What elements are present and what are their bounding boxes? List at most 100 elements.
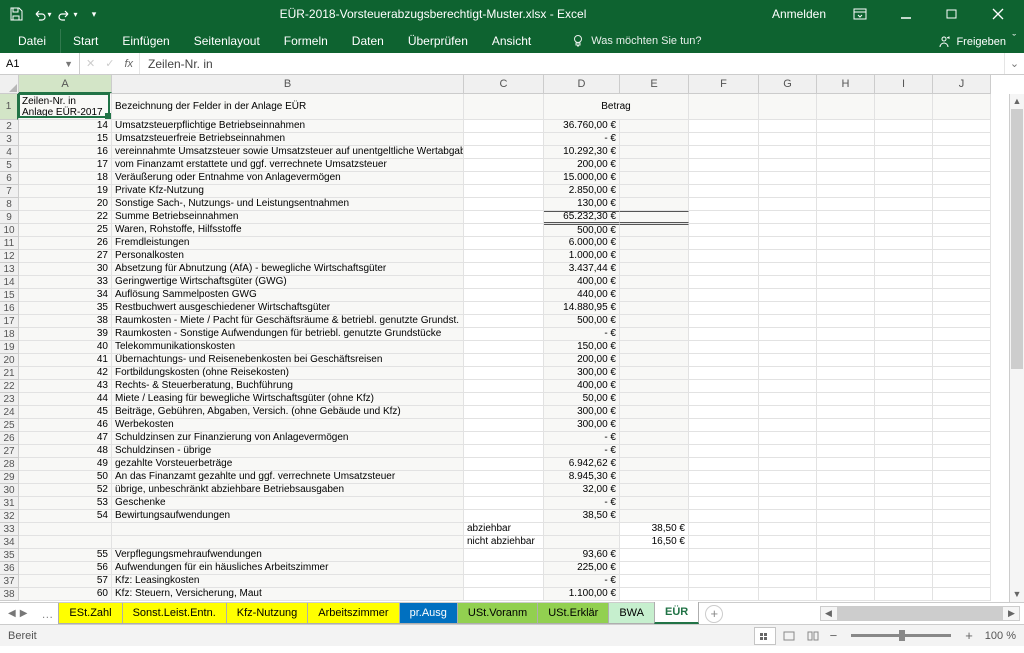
cell[interactable] [620,432,689,444]
cell[interactable] [875,354,933,366]
cell[interactable]: 44 [19,393,112,405]
row-header[interactable]: 2 [0,120,18,133]
cell[interactable] [817,562,875,574]
row-header[interactable]: 36 [0,562,18,575]
sheet-tab[interactable]: Arbeitszimmer [307,603,399,624]
cell[interactable] [689,120,759,132]
cell[interactable]: 440,00 € [544,289,620,301]
ribbon-tab-daten[interactable]: Daten [340,29,396,53]
cell[interactable] [759,484,817,496]
row-header[interactable]: 3 [0,133,18,146]
cell[interactable] [689,588,759,600]
cell[interactable] [817,497,875,509]
cell[interactable] [933,419,991,431]
cell[interactable] [620,380,689,392]
cell[interactable] [875,458,933,470]
row-header[interactable]: 35 [0,549,18,562]
close-icon[interactable] [976,0,1020,28]
undo-icon[interactable]: ▾ [30,2,54,26]
cell[interactable]: Miete / Leasing für bewegliche Wirtschaf… [112,393,464,405]
cell[interactable] [875,523,933,535]
row-header[interactable]: 25 [0,419,18,432]
row-header[interactable]: 26 [0,432,18,445]
cell[interactable] [759,159,817,171]
cell[interactable] [689,406,759,418]
cell[interactable] [620,198,689,210]
column-header[interactable]: D [544,75,620,93]
cell[interactable] [689,497,759,509]
row-header[interactable]: 8 [0,198,18,211]
cell[interactable] [689,484,759,496]
cell[interactable] [875,263,933,275]
cell[interactable]: 500,00 € [544,224,620,236]
cell[interactable] [689,341,759,353]
cell[interactable] [19,523,112,535]
sheet-tab[interactable]: USt.Voranm [457,603,538,624]
zoom-in-button[interactable]: + [961,628,977,643]
cell[interactable] [933,523,991,535]
cell[interactable] [759,224,817,236]
cell[interactable] [759,380,817,392]
cell[interactable] [875,146,933,158]
cell[interactable] [620,367,689,379]
cell[interactable]: 41 [19,354,112,366]
cell[interactable] [933,380,991,392]
cell[interactable] [759,471,817,483]
cell[interactable]: 15 [19,133,112,145]
cell[interactable] [464,315,544,327]
cell[interactable] [759,315,817,327]
cell[interactable] [620,419,689,431]
cell[interactable] [620,354,689,366]
cell[interactable] [759,419,817,431]
cell[interactable] [933,237,991,249]
cell[interactable] [544,536,620,548]
cell[interactable] [817,120,875,132]
cell[interactable]: 25 [19,224,112,236]
cell[interactable] [464,133,544,145]
cell[interactable] [464,328,544,340]
column-header[interactable]: H [817,75,875,93]
cell[interactable] [817,133,875,145]
sheet-tab[interactable]: BWA [608,603,655,624]
redo-icon[interactable]: ▾ [56,2,80,26]
maximize-icon[interactable] [930,0,974,28]
cell[interactable]: Werbekosten [112,419,464,431]
cell[interactable] [817,276,875,288]
cell[interactable] [875,393,933,405]
row-header[interactable]: 9 [0,211,18,224]
file-tab[interactable]: Datei [4,29,61,53]
cell[interactable]: Absetzung für Abnutzung (AfA) - beweglic… [112,263,464,275]
sheet-tab[interactable]: Sonst.Leist.Entn. [122,603,227,624]
cell[interactable]: 49 [19,458,112,470]
cell[interactable] [620,549,689,561]
cell[interactable]: 43 [19,380,112,392]
cell[interactable] [933,120,991,132]
cell[interactable] [933,289,991,301]
cell[interactable]: 1.100,00 € [544,588,620,600]
row-header[interactable]: 37 [0,575,18,588]
formula-input[interactable] [148,57,996,71]
cell[interactable] [759,510,817,522]
cell[interactable]: Veräußerung oder Entnahme von Anlageverm… [112,172,464,184]
row-header[interactable]: 15 [0,289,18,302]
cell[interactable] [689,263,759,275]
cell[interactable] [817,380,875,392]
cell[interactable] [875,289,933,301]
column-header[interactable]: B [112,75,464,93]
cell[interactable] [875,510,933,522]
cell[interactable] [759,458,817,470]
ribbon-tab-formeln[interactable]: Formeln [272,29,340,53]
cell[interactable]: An das Finanzamt gezahlte und ggf. verre… [112,471,464,483]
sheet-prev-icon[interactable]: ◀ [8,608,16,619]
login-button[interactable]: Anmelden [760,0,838,28]
scroll-up-icon[interactable]: ▲ [1010,94,1024,109]
cell[interactable]: Auflösung Sammelposten GWG [112,289,464,301]
cell[interactable]: Kfz: Leasingkosten [112,575,464,587]
cell[interactable]: 47 [19,432,112,444]
cell[interactable]: 10.292,30 € [544,146,620,158]
cell[interactable] [817,198,875,210]
cell[interactable]: Bezeichnung der Felder in der Anlage EÜR [112,94,464,119]
cell[interactable] [933,510,991,522]
cell[interactable] [933,159,991,171]
cell[interactable] [620,146,689,158]
